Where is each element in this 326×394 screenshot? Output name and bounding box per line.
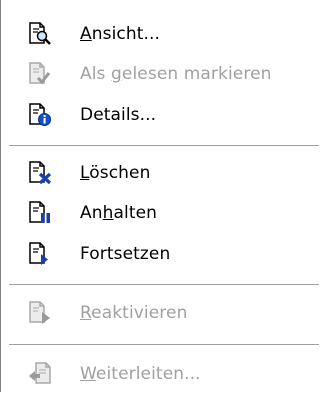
menu-item-label: Als gelesen markieren [80, 64, 272, 84]
menu-item-label: Anhalten [80, 203, 158, 223]
page-forward-icon [27, 361, 53, 387]
menu-item-anhalten[interactable]: Anhalten [1, 194, 319, 232]
menu-item-reaktivieren[interactable]: Reaktivieren [1, 294, 319, 332]
menu-item-details[interactable]: Details... [1, 96, 319, 134]
menu-item-loeschen[interactable]: Löschen [1, 154, 319, 192]
menu-item-label: Fortsetzen [80, 244, 171, 264]
menu-separator [9, 284, 319, 285]
menu-item-weiterleiten[interactable]: Weiterleiten... [1, 355, 319, 393]
menu-separator [9, 344, 319, 345]
menu-item-label: Details... [80, 105, 157, 125]
menu-item-label: Weiterleiten... [80, 364, 201, 384]
page-resume-icon [27, 241, 53, 267]
menu-separator [9, 145, 319, 146]
menu-item-label: Löschen [80, 163, 151, 183]
page-reactivate-icon [27, 300, 53, 326]
menu-item-fortsetzen[interactable]: Fortsetzen [1, 235, 319, 273]
page-pause-icon [27, 200, 53, 226]
context-menu: Ansicht... Als gelesen markieren Details… [0, 0, 319, 393]
menu-item-ansicht[interactable]: Ansicht... [1, 15, 319, 53]
page-magnifier-icon [27, 21, 53, 47]
menu-item-label: Reaktivieren [80, 303, 188, 323]
page-info-icon [27, 102, 53, 128]
page-check-icon [27, 61, 53, 87]
menu-item-als-gelesen-markieren[interactable]: Als gelesen markieren [1, 55, 319, 93]
menu-item-label: Ansicht... [80, 24, 160, 44]
page-delete-icon [27, 160, 53, 186]
